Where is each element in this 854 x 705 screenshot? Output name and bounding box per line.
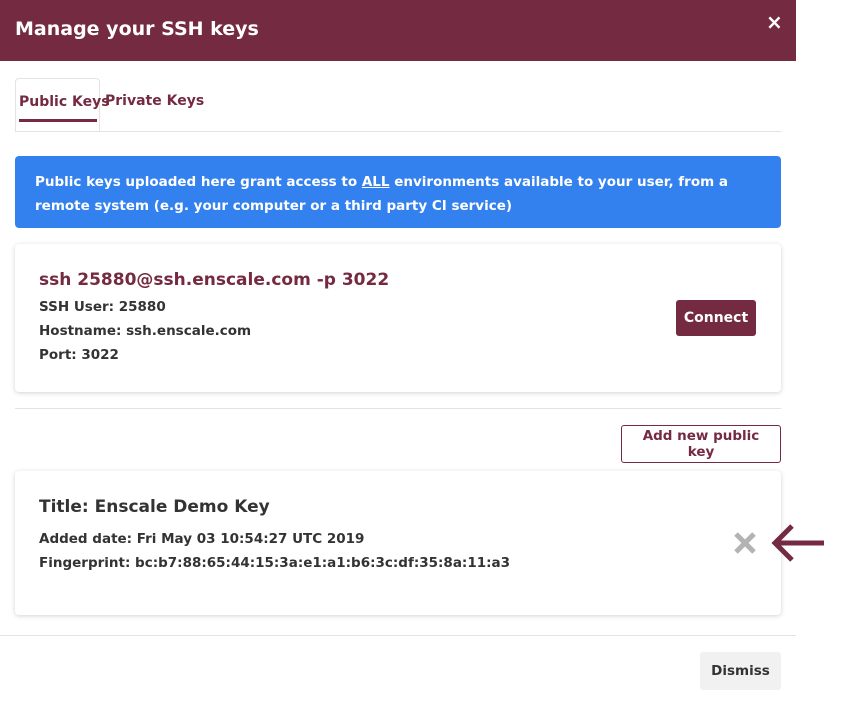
ssh-command: ssh 25880@ssh.enscale.com -p 3022: [39, 270, 390, 290]
key-title: Title: Enscale Demo Key: [39, 497, 270, 517]
close-icon: [734, 532, 756, 554]
tab-private-keys[interactable]: Private Keys: [105, 93, 204, 109]
tabs-divider: [15, 131, 781, 132]
modal-header: Manage your SSH keys ×: [0, 0, 796, 61]
info-emphasis: ALL: [361, 174, 390, 190]
key-added-date: Added date: Fri May 03 10:54:27 UTC 2019: [39, 531, 365, 547]
info-banner: Public keys uploaded here grant access t…: [15, 156, 781, 228]
active-tab-indicator: [19, 119, 97, 122]
close-icon[interactable]: ×: [766, 12, 783, 32]
arrow-left-icon: [771, 524, 824, 562]
section-divider: [15, 408, 781, 409]
delete-key-button[interactable]: [733, 531, 757, 555]
tab-public-keys-label: Public Keys: [19, 94, 110, 110]
connection-card: ssh 25880@ssh.enscale.com -p 3022 SSH Us…: [15, 244, 781, 392]
modal-title: Manage your SSH keys: [15, 18, 259, 40]
ssh-keys-modal: Manage your SSH keys × Public Keys Priva…: [0, 0, 796, 705]
key-fingerprint: Fingerprint: bc:b7:88:65:44:15:3a:e1:a1:…: [39, 555, 511, 571]
footer-divider: [0, 635, 796, 636]
tab-public-keys[interactable]: Public Keys: [15, 78, 110, 131]
hostname: Hostname: ssh.enscale.com: [39, 323, 252, 339]
connect-button[interactable]: Connect: [676, 300, 756, 336]
public-key-card: Title: Enscale Demo Key Added date: Fri …: [15, 471, 781, 615]
add-public-key-button[interactable]: Add new public key: [621, 425, 781, 463]
port: Port: 3022: [39, 347, 119, 363]
ssh-user: SSH User: 25880: [39, 299, 166, 315]
info-text-start: Public keys uploaded here grant access t…: [35, 174, 362, 190]
dismiss-button[interactable]: Dismiss: [700, 652, 781, 690]
